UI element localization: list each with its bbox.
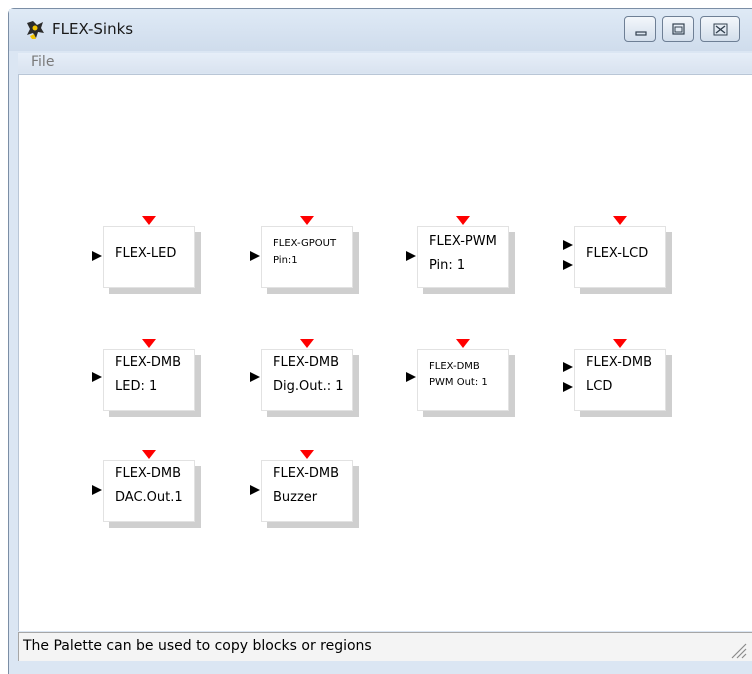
data-input-port [250, 372, 260, 382]
block-label: FLEX-DMB [115, 466, 182, 481]
minimize-button[interactable] [624, 16, 656, 42]
block-label: FLEX-LCD [586, 246, 649, 261]
event-input-port [456, 216, 470, 225]
block-sublabel: LED: 1 [115, 379, 158, 394]
menu-bar [18, 53, 752, 73]
block-sublabel: DAC.Out.1 [115, 490, 183, 505]
block-flex-dmb-pwm[interactable]: FLEX-DMB PWM Out: 1 [406, 339, 515, 417]
maximize-button[interactable] [662, 16, 694, 42]
data-input-port [406, 251, 416, 261]
block-sublabel: Dig.Out.: 1 [273, 379, 344, 394]
block-sublabel: Pin: 1 [429, 258, 466, 273]
data-input-port [406, 372, 416, 382]
status-message: The Palette can be used to copy blocks o… [23, 638, 372, 654]
block-sublabel: PWM Out: 1 [429, 377, 488, 388]
menu-file[interactable]: File [31, 54, 54, 70]
data-input-port [92, 251, 102, 261]
event-input-port [300, 450, 314, 459]
block-flex-pwm[interactable]: FLEX-PWM Pin: 1 [406, 216, 515, 294]
close-button[interactable] [700, 16, 740, 42]
data-input-port [250, 485, 260, 495]
data-input-port [250, 251, 260, 261]
event-input-port [142, 339, 156, 348]
block-flex-gpout[interactable]: FLEX-GPOUT Pin:1 [250, 216, 359, 294]
event-input-port [456, 339, 470, 348]
block-sublabel: Pin:1 [273, 255, 298, 266]
event-input-port [613, 339, 627, 348]
resize-grip-icon[interactable] [728, 640, 748, 660]
maximize-icon [672, 23, 685, 35]
block-label: FLEX-DMB [429, 361, 480, 372]
block-flex-dmb-led[interactable]: FLEX-DMB LED: 1 [92, 339, 201, 417]
flex-sinks-window: FLEX-Sinks File FLEX-LED FLEX-GPOUT Pin: [0, 0, 752, 674]
data-input-port [563, 362, 573, 372]
event-input-port [613, 216, 627, 225]
data-input-port [92, 485, 102, 495]
block-sublabel: LCD [586, 379, 613, 394]
block-label: FLEX-DMB [273, 355, 340, 370]
data-input-port [563, 260, 573, 270]
block-flex-dmb-lcd[interactable]: FLEX-DMB LCD [563, 339, 672, 417]
block-flex-lcd[interactable]: FLEX-LCD [563, 216, 672, 294]
event-input-port [300, 216, 314, 225]
data-input-port [92, 372, 102, 382]
block-label: FLEX-PWM [429, 234, 497, 249]
minimize-icon [635, 31, 647, 36]
block-sublabel: Buzzer [273, 490, 318, 505]
event-input-port [142, 216, 156, 225]
window-frame-bottom [9, 661, 752, 673]
block-label: FLEX-LED [115, 246, 177, 261]
event-input-port [142, 450, 156, 459]
block-flex-dmb-dac[interactable]: FLEX-DMB DAC.Out.1 [92, 450, 201, 528]
block-flex-led[interactable]: FLEX-LED [92, 216, 201, 294]
block-label: FLEX-GPOUT [273, 238, 337, 249]
block-flex-dmb-digout[interactable]: FLEX-DMB Dig.Out.: 1 [250, 339, 359, 417]
data-input-port [563, 382, 573, 392]
event-input-port [300, 339, 314, 348]
scilab-penguin-icon [27, 21, 44, 39]
block-flex-dmb-buzzer[interactable]: FLEX-DMB Buzzer [250, 450, 359, 528]
close-icon [713, 23, 728, 36]
data-input-port [563, 240, 573, 250]
window-title: FLEX-Sinks [52, 20, 134, 38]
block-label: FLEX-DMB [586, 355, 653, 370]
block-label: FLEX-DMB [115, 355, 182, 370]
block-label: FLEX-DMB [273, 466, 340, 481]
